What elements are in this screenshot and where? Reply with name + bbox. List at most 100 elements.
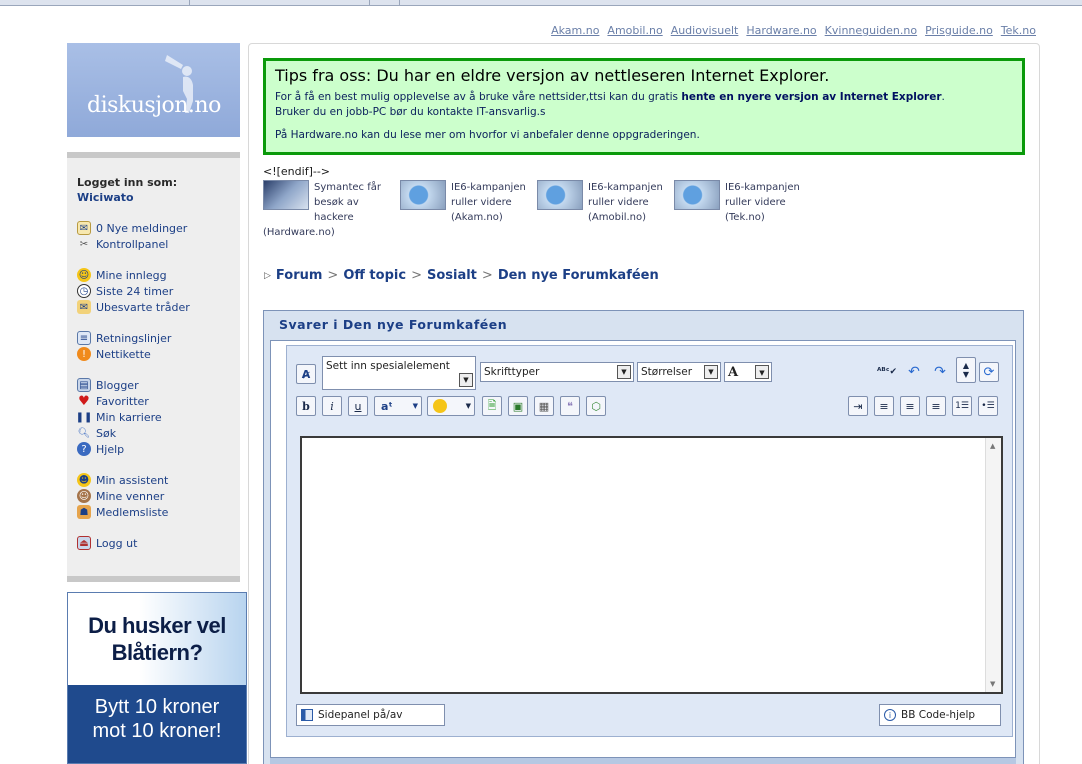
chrome-segment [10, 0, 190, 5]
sidebar-item-netiquette[interactable]: ! Nettikette [77, 347, 151, 361]
notice-text-part: For å få en best mulig opplevelse av å b… [275, 91, 682, 103]
sidebar-item-last-24h[interactable]: ◷ Siste 24 timer [77, 284, 173, 298]
font-family-select[interactable]: Skrifttyper ▼ [480, 362, 634, 382]
news-item[interactable]: IE6-kampanjen ruller videre (Amobil.no) [537, 180, 667, 230]
chevron-down-icon: ▼ [704, 365, 718, 379]
insert-image-icon[interactable]: ▣ [508, 396, 528, 416]
spellcheck-icon[interactable]: ᴬᴮᶜ✔ [877, 362, 897, 382]
remove-format-icon[interactable]: A̷ [296, 364, 316, 384]
sidebar-item-label: Kontrollpanel [96, 237, 169, 251]
switch-editor-mode-icon[interactable]: ⟳ [979, 362, 999, 382]
undo-icon[interactable]: ↶ [904, 362, 924, 382]
rich-text-editor: A̷ Sett inn spesialelement ▼ Skrifttyper… [286, 345, 1013, 737]
username-link[interactable]: Wiciwato [77, 191, 134, 204]
smiley-select[interactable]: ▼ [427, 396, 475, 416]
ad-headline: Blåtiern? [111, 640, 203, 665]
sidebar-item-messages[interactable]: ✉ 0 Nye meldinger [77, 221, 187, 235]
news-title-line: IE6-kampanjen [588, 182, 663, 193]
bold-icon[interactable]: b [296, 396, 316, 416]
sidebar-item-label: Logg ut [96, 536, 138, 550]
advertisement-banner[interactable]: Du husker vel Blåtiern? Bytt 10 kroner m… [67, 592, 247, 764]
font-family-select-value: Skrifttyper [484, 366, 540, 378]
news-item[interactable]: IE6-kampanjen ruller videre (Tek.no) [674, 180, 814, 230]
align-center-icon[interactable]: ≡ [900, 396, 920, 416]
chevron-down-icon: ▼ [412, 402, 418, 410]
user-sidebar: Logget inn som: Wiciwato ✉ 0 Nye melding… [67, 152, 240, 582]
resize-editor-icon[interactable]: ▲ ▼ [956, 357, 976, 383]
font-color-select[interactable]: A ▼ [724, 362, 772, 382]
sidepanel-icon [301, 709, 313, 721]
breadcrumb-separator: > [327, 268, 339, 283]
breadcrumb-thread[interactable]: Den nye Forumkaféen [498, 268, 659, 283]
text-effects-select[interactable]: aᵗ ▼ [374, 396, 422, 416]
scroll-up-icon[interactable]: ▲ [990, 442, 995, 450]
ad-tagline: mot 10 kroner! [92, 720, 222, 742]
magnifier-icon: 🔍︎ [77, 427, 91, 439]
notice-more-info[interactable]: På Hardware.no kan du lese mer om hvorfo… [275, 128, 1013, 143]
sidebar-item-help[interactable]: ? Hjelp [77, 442, 124, 456]
sidebar-item-my-posts[interactable]: ☺ Mine innlegg [77, 268, 167, 282]
network-link-kvinneguiden[interactable]: Kvinneguiden.no [825, 24, 917, 37]
network-link-prisguide[interactable]: Prisguide.no [925, 24, 993, 37]
font-size-select[interactable]: Størrelser ▼ [637, 362, 721, 382]
sidebar-item-favorites[interactable]: ♥ Favoritter [77, 394, 149, 409]
scroll-down-icon[interactable]: ▼ [990, 680, 995, 688]
news-thumbnail [674, 180, 720, 210]
network-link-akam[interactable]: Akam.no [551, 24, 599, 37]
sidebar-item-guidelines[interactable]: ≡ Retningslinjer [77, 331, 171, 345]
insert-media-icon[interactable]: ▦ [534, 396, 554, 416]
reply-form: Svarer i Den nye Forumkaféen A̷ Sett inn… [263, 310, 1024, 764]
ad-headline: Du husker vel [88, 613, 226, 638]
bbcode-button-label: BB Code-hjelp [901, 709, 976, 721]
bullet-list-icon[interactable]: •☰ [978, 396, 998, 416]
browser-chrome-strip [0, 0, 1082, 6]
news-item[interactable]: Symantec får besøk av hackere (Hardware.… [263, 180, 393, 242]
textarea-scrollbar[interactable]: ▲ ▼ [985, 438, 1001, 692]
news-title-line: IE6-kampanjen [451, 182, 526, 193]
indent-icon[interactable]: ⇥ [848, 396, 868, 416]
sidebar-item-unanswered[interactable]: ✉ Ubesvarte tråder [77, 300, 190, 314]
sidebar-item-label: 0 Nye meldinger [96, 221, 188, 235]
sidebar-item-assistant[interactable]: ☻ Min assistent [77, 473, 168, 487]
network-link-amobil[interactable]: Amobil.no [607, 24, 662, 37]
align-right-icon[interactable]: ≡ [926, 396, 946, 416]
special-element-select[interactable]: Sett inn spesialelement ▼ [322, 356, 476, 390]
sidebar-item-blogs[interactable]: ▤ Blogger [77, 378, 139, 392]
network-link-audiovisuelt[interactable]: Audiovisuelt [671, 24, 739, 37]
sidebar-item-logout[interactable]: ⏏ Logg ut [77, 536, 137, 550]
message-textarea[interactable]: ▲ ▼ [300, 436, 1003, 694]
sidepanel-toggle-button[interactable]: Sidepanel på/av [296, 704, 445, 726]
network-link-tek[interactable]: Tek.no [1001, 24, 1036, 37]
insert-code-icon[interactable]: ⬡ [586, 396, 606, 416]
sidebar-item-label: Medlemsliste [96, 505, 169, 519]
insert-quote-icon[interactable]: ❝ [560, 396, 580, 416]
italic-icon[interactable]: i [322, 396, 342, 416]
network-link-hardware[interactable]: Hardware.no [746, 24, 816, 37]
underline-icon[interactable]: u [348, 396, 368, 416]
news-item[interactable]: IE6-kampanjen ruller videre (Akam.no) [400, 180, 530, 230]
sidebar-item-members[interactable]: ☗ Medlemsliste [77, 505, 168, 519]
sidebar-item-friends[interactable]: ☺ Mine venner [77, 489, 164, 503]
redo-icon[interactable]: ↷ [930, 362, 950, 382]
sidebar-item-search[interactable]: 🔍︎ Søk [77, 426, 116, 440]
news-source: (Hardware.no) [263, 227, 335, 238]
sidebar-item-career[interactable]: ❚❚ Min karriere [76, 410, 162, 424]
notice-text-part: . [941, 91, 945, 103]
notice-text: For å få en best mulig opplevelse av å b… [275, 90, 1013, 120]
insert-link-icon[interactable]: 🗎 [482, 396, 502, 416]
breadcrumb-arrow-icon: ▷ [264, 270, 271, 281]
font-color-icon: A [728, 364, 739, 380]
align-left-icon[interactable]: ≡ [874, 396, 894, 416]
breadcrumb-forum[interactable]: Forum [276, 268, 323, 283]
site-logo[interactable]: diskusjon.no [67, 43, 240, 137]
upgrade-ie-link[interactable]: hente en nyere versjon av Internet Explo… [681, 91, 941, 103]
sidebar-item-label: Retningslinjer [96, 331, 172, 345]
bbcode-help-button[interactable]: i BB Code-hjelp [879, 704, 1001, 726]
sidebar-item-control-panel[interactable]: ✂ Kontrollpanel [77, 237, 169, 251]
breadcrumb-off-topic[interactable]: Off topic [343, 268, 406, 283]
chevron-down-icon: ▼ [459, 373, 473, 387]
ad-top-panel: Du husker vel Blåtiern? [68, 593, 246, 685]
numbered-list-icon[interactable]: 1☰ [952, 396, 972, 416]
breadcrumb-sosialt[interactable]: Sosialt [427, 268, 477, 283]
clock-icon: ◷ [77, 284, 91, 298]
